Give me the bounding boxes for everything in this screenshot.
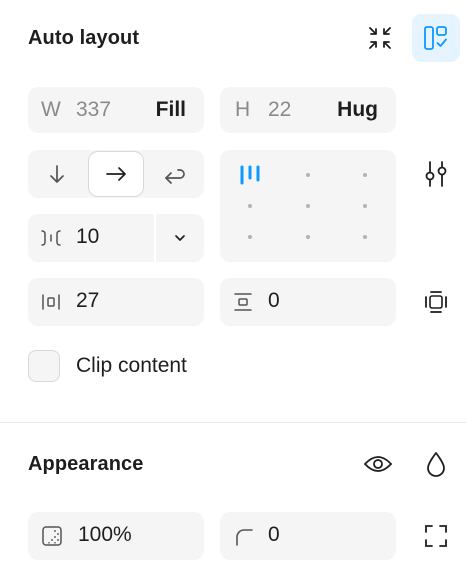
arrow-right-icon [106,167,126,181]
corners-icon [425,525,447,547]
align-bottom-right-dot[interactable] [363,235,367,239]
align-top-right-dot[interactable] [363,173,367,177]
gap-value[interactable]: 10 [76,225,99,249]
direction-wrap-button[interactable] [146,150,204,198]
height-value[interactable]: 22 [268,98,291,122]
eye-icon [363,456,393,472]
direction-control[interactable] [28,150,204,198]
opacity-field[interactable]: 100% [28,512,204,560]
vertical-padding-icon [234,293,252,311]
drop-icon [427,452,445,477]
width-label: W [41,98,61,121]
clip-content-label[interactable]: Clip content [76,354,187,378]
width-field[interactable]: W 337 Fill [28,87,204,133]
collapse-arrows-icon [369,27,391,49]
corner-radius-icon [236,529,253,546]
align-middle-right-dot[interactable] [363,204,367,208]
section-divider [0,422,466,423]
toggle-visibility-button[interactable] [354,440,402,488]
direction-vertical-button[interactable] [28,150,86,198]
align-top-center-dot[interactable] [306,173,310,177]
horizontal-padding-value[interactable]: 27 [76,289,99,313]
gap-icon [41,230,61,246]
corner-radius-field[interactable]: 0 [220,512,396,560]
align-middle-left-dot[interactable] [248,204,252,208]
arrow-down-icon [50,165,64,183]
clip-content-checkbox[interactable] [28,350,60,382]
align-bottom-left-dot[interactable] [248,235,252,239]
vertical-padding-field[interactable]: 0 [220,278,396,326]
wrap-arrow-icon [165,169,185,184]
opacity-value[interactable]: 100% [78,523,132,547]
align-middle-center-dot[interactable] [306,204,310,208]
align-bottom-center-dot[interactable] [306,235,310,239]
corner-radius-value[interactable]: 0 [268,523,280,547]
width-mode[interactable]: Fill [156,98,186,122]
auto-layout-check-icon [424,26,447,50]
gap-field[interactable]: 10 [28,214,204,262]
gap-dropdown-button[interactable] [156,214,204,262]
opacity-icon [42,526,62,546]
independent-corners-button[interactable] [412,512,460,560]
auto-layout-title: Auto layout [28,27,140,49]
height-label: H [235,98,251,121]
width-value[interactable]: 337 [76,98,111,122]
vertical-padding-value[interactable]: 0 [268,289,280,313]
remove-auto-layout-button[interactable] [356,14,404,62]
sliders-icon [425,161,447,187]
individual-padding-button[interactable] [412,278,460,326]
blend-mode-button[interactable] [412,440,460,488]
horizontal-padding-icon [42,294,60,310]
horizontal-padding-field[interactable]: 27 [28,278,204,326]
auto-layout-settings-button[interactable] [412,14,460,62]
chevron-down-icon [175,235,185,241]
advanced-layout-settings-button[interactable] [412,150,460,198]
padding-sides-icon [425,291,447,313]
height-field[interactable]: H 22 Hug [220,87,396,133]
direction-horizontal-button[interactable] [88,151,144,197]
height-mode[interactable]: Hug [337,98,378,122]
appearance-title: Appearance [28,453,144,475]
align-top-left-indicator-icon[interactable] [239,164,263,186]
alignment-grid[interactable] [220,150,396,262]
